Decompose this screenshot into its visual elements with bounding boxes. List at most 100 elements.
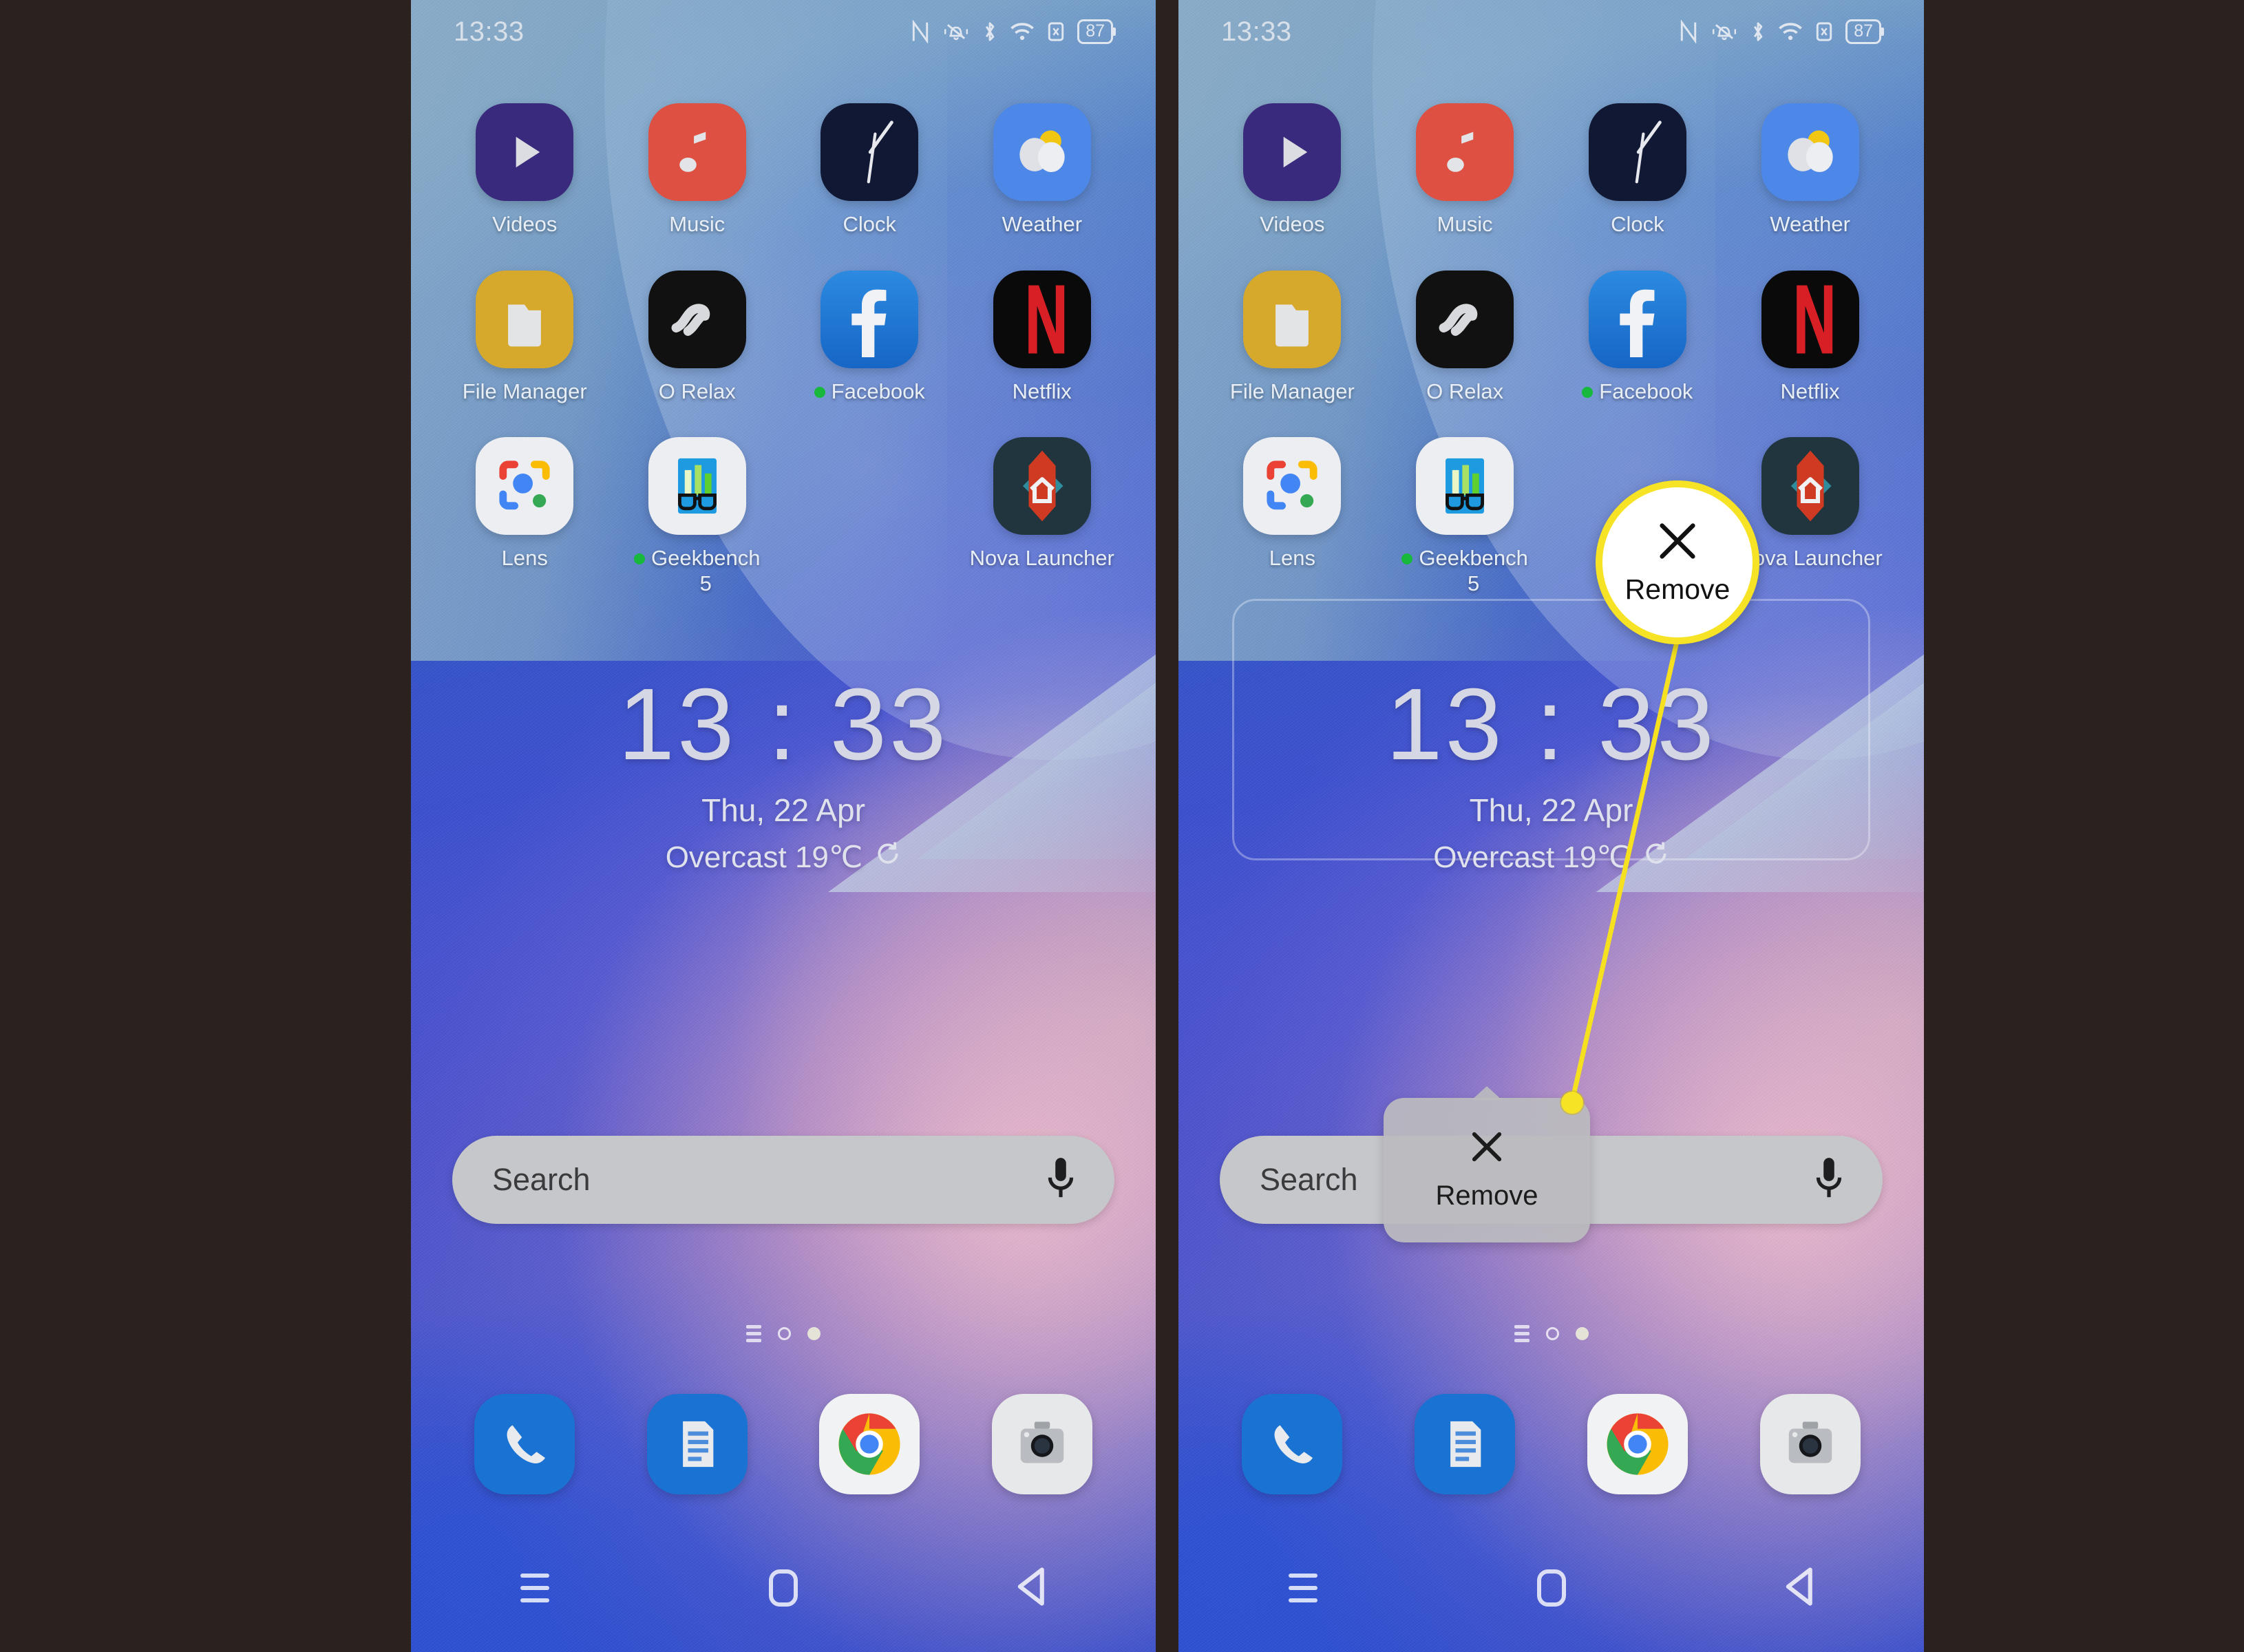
app-videos[interactable]: Videos [1206,103,1379,237]
search-input[interactable]: Search [492,1162,591,1198]
clock-icon[interactable] [1588,103,1686,201]
app-label: Music [669,212,726,236]
page-indicator[interactable] [1178,1325,1924,1342]
wifi-icon [1778,20,1803,43]
o-relax-icon[interactable] [1416,270,1514,368]
dock-item-phone[interactable] [1206,1394,1379,1494]
app-weather[interactable]: Weather [1724,103,1896,237]
recents-icon[interactable] [520,1574,550,1602]
nova-launcher-icon[interactable] [993,437,1091,536]
music-icon[interactable] [648,103,746,201]
dock-item-camera[interactable] [956,1394,1129,1494]
geekbench-icon[interactable] [1416,437,1514,536]
phone-icon[interactable] [1242,1394,1343,1494]
page-dot-2[interactable] [1575,1327,1589,1340]
dock-item-messages[interactable] [1379,1394,1552,1494]
videos-icon[interactable] [476,103,574,201]
app-music[interactable]: Music [1379,103,1552,237]
app-clock[interactable]: Clock [1552,103,1724,237]
netflix-icon[interactable] [1761,270,1859,368]
phone-icon[interactable] [474,1394,575,1494]
app-netflix[interactable]: Netflix [1724,270,1896,405]
o-relax-icon[interactable] [648,270,746,368]
back-icon[interactable] [1781,1565,1819,1611]
status-bar: 13:33 87 [1178,0,1924,63]
app-lens[interactable]: Lens [1206,437,1379,596]
widget-weather: Overcast 19℃ [666,840,902,875]
dock-item-chrome[interactable] [783,1394,956,1494]
weather-icon[interactable] [1761,103,1859,201]
chrome-icon[interactable] [819,1394,920,1494]
app-weather[interactable]: Weather [956,103,1129,237]
nfc-icon [1678,20,1699,43]
clock-icon[interactable] [821,103,919,201]
notification-dot-badge [1401,553,1413,565]
music-icon[interactable] [1416,103,1514,201]
page-dot-1[interactable] [778,1327,791,1340]
file-manager-icon[interactable] [1243,270,1342,368]
home-icon[interactable] [768,1569,798,1607]
app-o-relax[interactable]: O Relax [1379,270,1552,405]
app-file-manager[interactable]: File Manager [438,270,611,405]
empty-slot [1589,437,1686,535]
app-lens[interactable]: Lens [438,437,611,596]
file-manager-icon[interactable] [476,270,574,368]
phone-screenshot-left: 13:33 87 Videos Music Clock Weather File… [411,0,1156,1652]
app-facebook[interactable]: Facebook [1552,270,1724,405]
google-lens-icon[interactable] [476,437,574,536]
bluetooth-icon [1750,20,1766,43]
page-indicator[interactable] [411,1325,1156,1342]
dock-item-chrome[interactable] [1552,1394,1724,1494]
app-nova-launcher[interactable]: Nova Launcher [956,437,1129,596]
app-o-relax[interactable]: O Relax [611,270,784,405]
app-label: File Manager [1229,379,1355,403]
app-label: Geekbench 5 [1401,546,1528,596]
clock-widget[interactable]: 13 : 33 Thu, 22 Apr Overcast 19℃ [1178,670,1924,875]
google-lens-icon[interactable] [1243,437,1342,536]
app-facebook[interactable]: Facebook [783,270,956,405]
messages-icon[interactable] [646,1394,748,1494]
remove-drop-target[interactable]: Remove [1384,1098,1590,1242]
page-dot-1[interactable] [1545,1327,1559,1340]
refresh-icon[interactable] [1643,840,1669,874]
app-drawer-icon[interactable] [1514,1325,1529,1342]
netflix-icon[interactable] [993,270,1091,368]
vibrate-mute-icon [942,20,970,43]
app-geekbench[interactable]: Geekbench 5 [611,437,784,596]
app-drawer-icon[interactable] [746,1325,761,1342]
refresh-icon[interactable] [875,840,901,874]
facebook-icon[interactable] [1588,270,1686,368]
camera-icon[interactable] [1759,1394,1861,1494]
geekbench-icon[interactable] [648,437,746,536]
app-grid: Videos Music Clock Weather File Manager … [1206,103,1896,596]
page-dot-2[interactable] [807,1327,821,1340]
app-label: Nova Launcher [969,546,1114,571]
app-file-manager[interactable]: File Manager [1206,270,1379,405]
home-icon[interactable] [1536,1569,1566,1607]
microphone-icon[interactable] [1043,1154,1079,1206]
vibrate-mute-icon [1711,20,1738,43]
microphone-icon[interactable] [1811,1154,1847,1206]
search-bar[interactable]: Search [452,1136,1114,1224]
app-geekbench[interactable]: Geekbench 5 [1379,437,1552,596]
camera-icon[interactable] [991,1394,1092,1494]
facebook-icon[interactable] [821,270,919,368]
chrome-icon[interactable] [1587,1394,1688,1494]
clock-widget[interactable]: 13 : 33 Thu, 22 Apr Overcast 19℃ [411,668,1156,875]
app-videos[interactable]: Videos [438,103,611,237]
nova-launcher-icon[interactable] [1761,437,1859,536]
dock-item-camera[interactable] [1724,1394,1896,1494]
app-nova-launcher[interactable]: Nova Launcher [1724,437,1896,596]
app-clock[interactable]: Clock [783,103,956,237]
recents-icon[interactable] [1288,1574,1317,1602]
app-netflix[interactable]: Netflix [956,270,1129,405]
search-input[interactable]: Search [1260,1162,1358,1198]
dock-item-messages[interactable] [611,1394,784,1494]
widget-time: 13 : 33 [617,668,949,781]
messages-icon[interactable] [1415,1394,1516,1494]
weather-icon[interactable] [993,103,1091,201]
videos-icon[interactable] [1243,103,1342,201]
back-icon[interactable] [1013,1565,1050,1611]
dock-item-phone[interactable] [438,1394,611,1494]
app-music[interactable]: Music [611,103,784,237]
